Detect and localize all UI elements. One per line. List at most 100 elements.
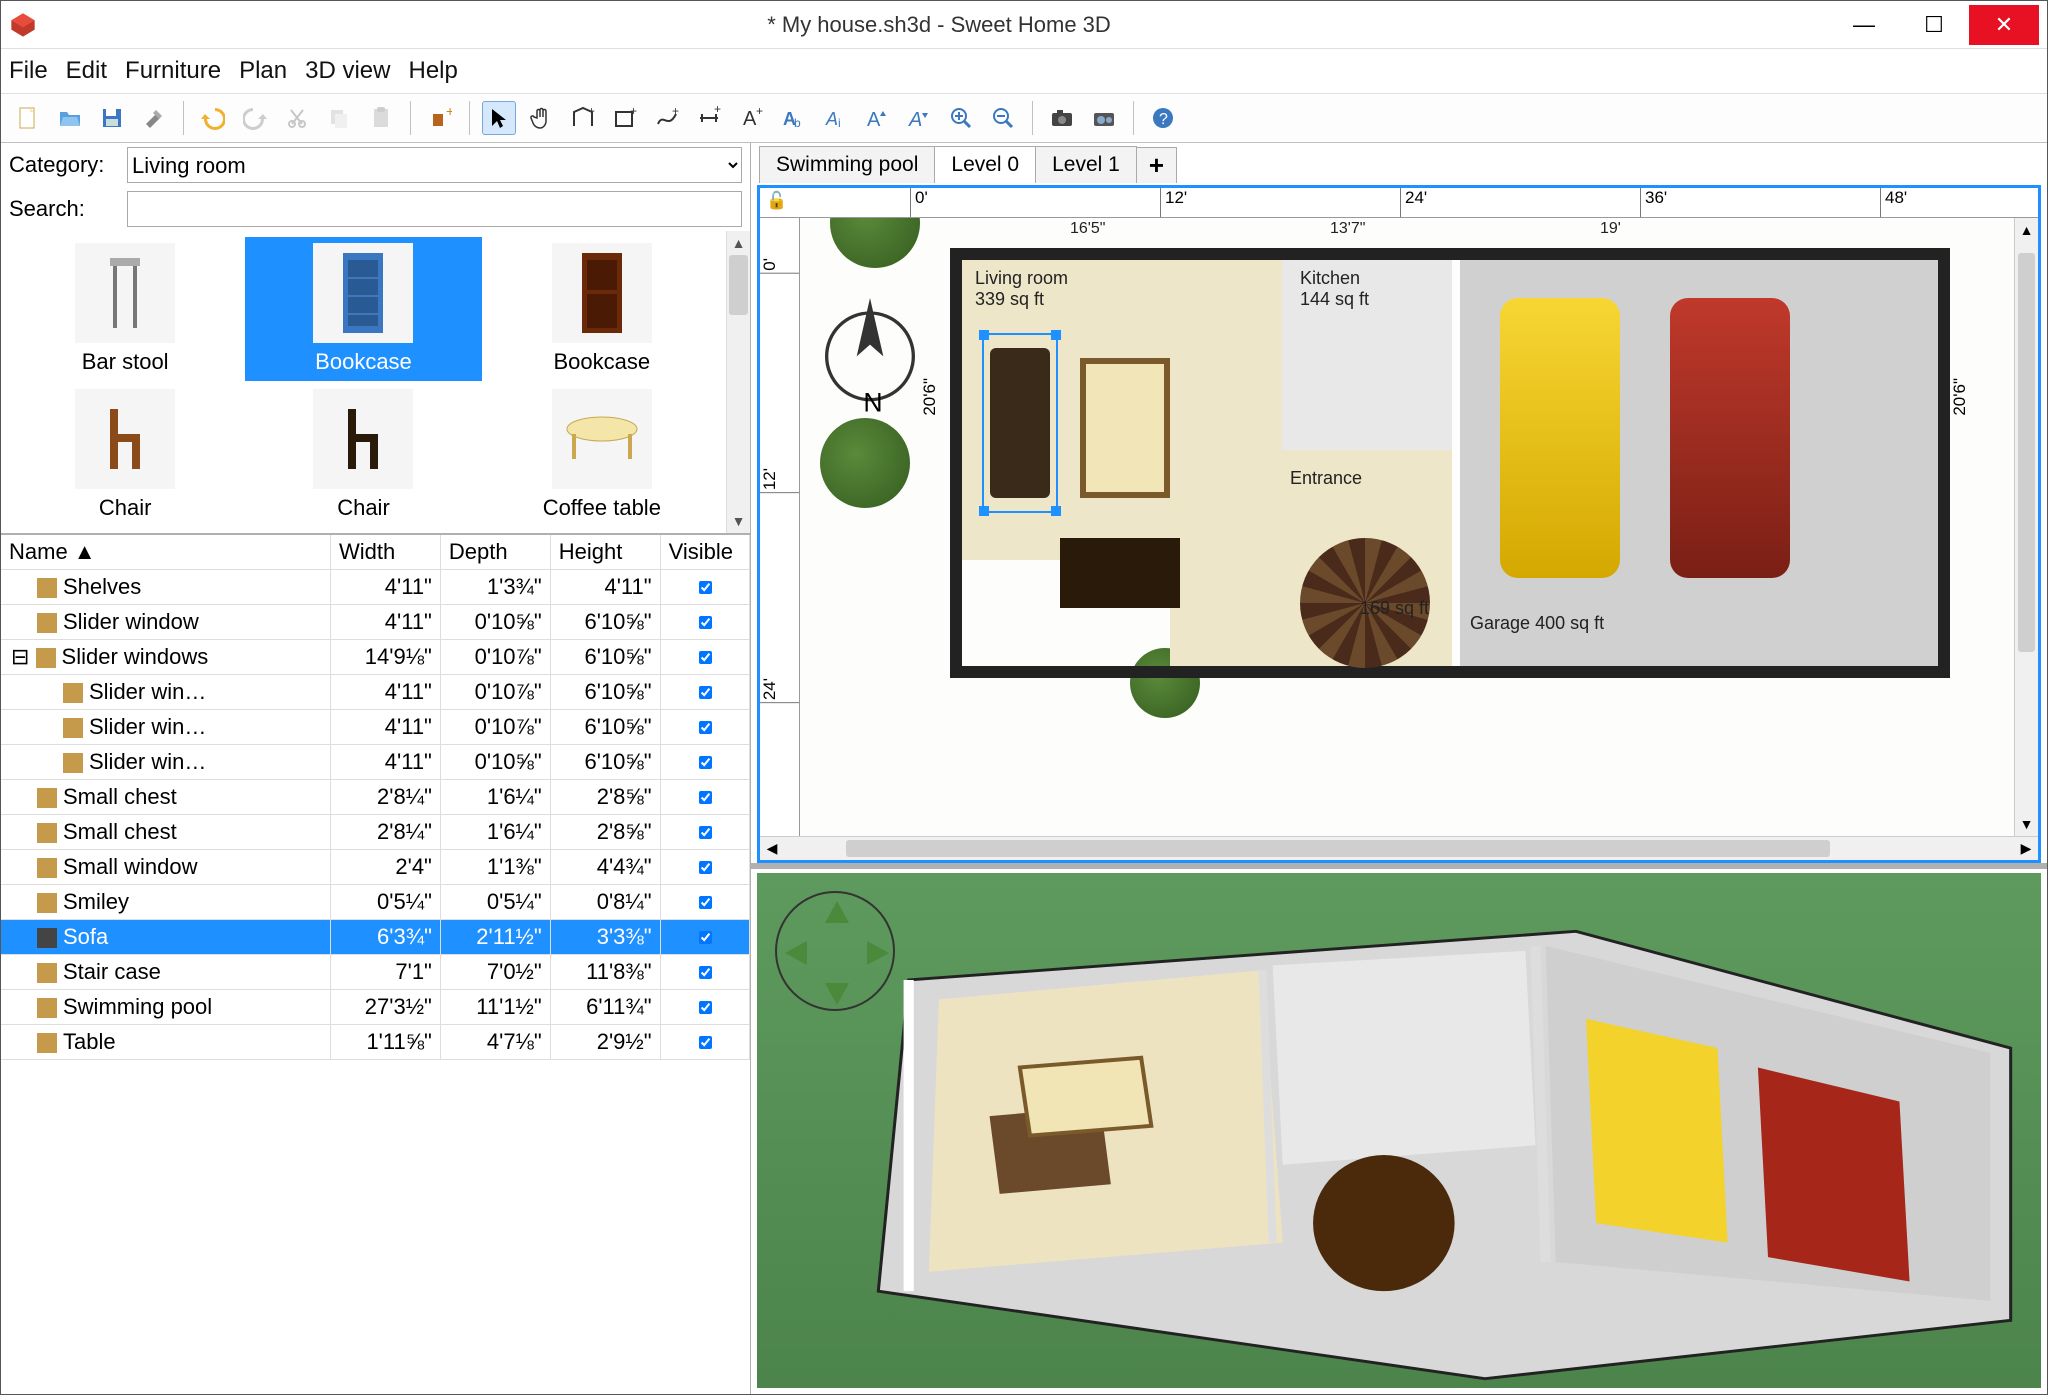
search-input[interactable] [127, 191, 742, 227]
text-increase-icon[interactable]: A [860, 101, 894, 135]
add-furniture-icon[interactable]: + [423, 101, 457, 135]
create-room-icon[interactable]: + [608, 101, 642, 135]
nav-compass[interactable] [775, 891, 895, 1011]
new-icon[interactable] [11, 101, 45, 135]
catalog-item[interactable]: Coffee table [484, 383, 720, 527]
close-button[interactable]: ✕ [1969, 5, 2039, 45]
table-row[interactable]: Slider win…4'11"0'10⅞"6'10⅝" [1, 710, 750, 745]
cell-visible[interactable] [660, 640, 749, 675]
table-row[interactable]: Swimming pool27'3½"11'1½"6'11¾" [1, 990, 750, 1025]
text-bold-icon[interactable]: Ab [776, 101, 810, 135]
column-header[interactable]: Depth [440, 535, 550, 570]
create-dimension-icon[interactable]: + [692, 101, 726, 135]
cell-visible[interactable] [660, 745, 749, 780]
tab-swimming-pool[interactable]: Swimming pool [759, 146, 935, 183]
video-icon[interactable] [1087, 101, 1121, 135]
save-icon[interactable] [95, 101, 129, 135]
menu-plan[interactable]: Plan [239, 57, 287, 85]
table-row[interactable]: ⊟ Slider windows14'9⅛"0'10⅞"6'10⅝" [1, 640, 750, 675]
scroll-right-icon[interactable]: ▶ [2014, 837, 2038, 860]
scroll-down-icon[interactable]: ▼ [727, 509, 750, 533]
scrollbar-handle[interactable] [846, 840, 1830, 857]
minimize-button[interactable]: — [1829, 5, 1899, 45]
scrollbar-handle[interactable] [729, 255, 748, 315]
cell-visible[interactable] [660, 675, 749, 710]
select-tool-icon[interactable] [482, 101, 516, 135]
visible-checkbox[interactable] [699, 616, 712, 629]
table-row[interactable]: Shelves4'11"1'3¾"4'11" [1, 570, 750, 605]
scroll-up-icon[interactable]: ▲ [2015, 218, 2038, 242]
lock-icon[interactable]: 🔓 [766, 191, 787, 211]
catalog-item[interactable]: Chair [245, 383, 481, 527]
scrollbar-handle[interactable] [2018, 253, 2035, 652]
table-row[interactable]: Smiley0'5¼"0'5¼"0'8¼" [1, 885, 750, 920]
visible-checkbox[interactable] [699, 721, 712, 734]
column-header[interactable]: Height [550, 535, 660, 570]
table-row[interactable]: Small chest2'8¼"1'6¼"2'8⅝" [1, 815, 750, 850]
catalog-scrollbar[interactable]: ▲ ▼ [726, 231, 750, 533]
table-row[interactable]: Slider win…4'11"0'10⅞"6'10⅝" [1, 675, 750, 710]
cell-visible[interactable] [660, 570, 749, 605]
tab-level-1[interactable]: Level 1 [1035, 146, 1137, 183]
menu-edit[interactable]: Edit [66, 57, 107, 85]
menu-furniture[interactable]: Furniture [125, 57, 221, 85]
redo-icon[interactable] [238, 101, 272, 135]
scroll-up-icon[interactable]: ▲ [727, 231, 750, 255]
column-header[interactable]: Visible [660, 535, 749, 570]
table-row[interactable]: Small window2'4"1'1⅜"4'4¾" [1, 850, 750, 885]
pan-tool-icon[interactable] [524, 101, 558, 135]
catalog-item[interactable]: Bookcase [484, 237, 720, 381]
text-decrease-icon[interactable]: A [902, 101, 936, 135]
column-header[interactable]: Width [331, 535, 441, 570]
plan-view[interactable]: 🔓 0' 12' 24' 36' 48' 0' 12' 24' [757, 185, 2041, 863]
plan-scrollbar-h[interactable]: ◀ ▶ [760, 836, 2038, 860]
visible-checkbox[interactable] [699, 756, 712, 769]
table-row[interactable]: Sofa6'3¾"2'11½"3'3⅜" [1, 920, 750, 955]
zoom-in-icon[interactable] [944, 101, 978, 135]
cell-visible[interactable] [660, 1025, 749, 1060]
menu-help[interactable]: Help [408, 57, 457, 85]
visible-checkbox[interactable] [699, 1001, 712, 1014]
visible-checkbox[interactable] [699, 1036, 712, 1049]
plan-scrollbar-v[interactable]: ▲ ▼ [2014, 218, 2038, 836]
photo-icon[interactable] [1045, 101, 1079, 135]
scroll-down-icon[interactable]: ▼ [2015, 812, 2038, 836]
table-row[interactable]: Table1'11⅝"4'7⅛"2'9½" [1, 1025, 750, 1060]
visible-checkbox[interactable] [699, 826, 712, 839]
visible-checkbox[interactable] [699, 931, 712, 944]
category-select[interactable]: Living room [127, 147, 742, 183]
cell-visible[interactable] [660, 780, 749, 815]
create-text-icon[interactable]: A+ [734, 101, 768, 135]
table-row[interactable]: Slider win…4'11"0'10⅝"6'10⅝" [1, 745, 750, 780]
table-row[interactable]: Small chest2'8¼"1'6¼"2'8⅝" [1, 780, 750, 815]
cell-visible[interactable] [660, 850, 749, 885]
cell-visible[interactable] [660, 955, 749, 990]
cell-visible[interactable] [660, 710, 749, 745]
table-row[interactable]: Slider window4'11"0'10⅝"6'10⅝" [1, 605, 750, 640]
text-italic-icon[interactable]: Ai [818, 101, 852, 135]
tab-add-level[interactable]: + [1136, 147, 1177, 183]
copy-icon[interactable] [322, 101, 356, 135]
paste-icon[interactable] [364, 101, 398, 135]
menu-file[interactable]: File [9, 57, 48, 85]
cell-visible[interactable] [660, 990, 749, 1025]
visible-checkbox[interactable] [699, 896, 712, 909]
help-icon[interactable]: ? [1146, 101, 1180, 135]
cell-visible[interactable] [660, 605, 749, 640]
visible-checkbox[interactable] [699, 791, 712, 804]
column-header[interactable]: Name ▲ [1, 535, 331, 570]
view-3d[interactable] [757, 873, 2041, 1388]
scroll-left-icon[interactable]: ◀ [760, 837, 784, 860]
visible-checkbox[interactable] [699, 651, 712, 664]
cell-visible[interactable] [660, 920, 749, 955]
visible-checkbox[interactable] [699, 861, 712, 874]
zoom-out-icon[interactable] [986, 101, 1020, 135]
tab-level-0[interactable]: Level 0 [934, 146, 1036, 183]
preferences-icon[interactable] [137, 101, 171, 135]
cut-icon[interactable] [280, 101, 314, 135]
visible-checkbox[interactable] [699, 966, 712, 979]
visible-checkbox[interactable] [699, 686, 712, 699]
maximize-button[interactable]: ☐ [1899, 5, 1969, 45]
catalog-item[interactable]: Bookcase [245, 237, 481, 381]
visible-checkbox[interactable] [699, 581, 712, 594]
